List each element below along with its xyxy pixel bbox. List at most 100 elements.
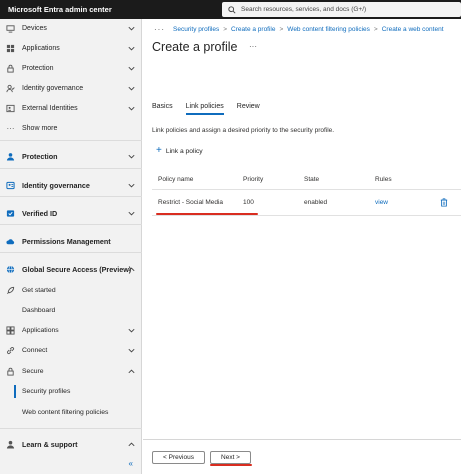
header-divider — [152, 189, 461, 190]
lock-icon — [6, 367, 15, 376]
identity-governance-icon — [6, 181, 15, 190]
footer-divider — [143, 439, 461, 440]
sidebar-item-label: Secure — [22, 367, 44, 375]
next-button[interactable]: Next > — [210, 451, 251, 464]
sidebar-section-permissions-management[interactable]: Permissions Management — [0, 233, 142, 249]
link-policy-button[interactable]: + Link a policy — [156, 145, 203, 156]
sidebar-item-get-started[interactable]: Get started — [0, 282, 142, 298]
sidebar-item-label: Protection — [22, 64, 54, 72]
applications-icon — [6, 325, 15, 335]
row-divider — [152, 215, 461, 216]
sidebar-section-identity-governance[interactable]: Identity governance — [0, 177, 142, 193]
sidebar-item-label: Applications — [22, 44, 60, 52]
sidebar-item-label: Connect — [22, 346, 48, 354]
breadcrumb-create-profile[interactable]: Create a profile — [231, 26, 275, 33]
sidebar-item-web-content-filtering-policies[interactable]: Web content filtering policies — [0, 404, 142, 420]
tab-basics[interactable]: Basics — [152, 103, 173, 114]
chevron-down-icon[interactable] — [127, 209, 136, 218]
sidebar-divider — [0, 252, 142, 253]
chevron-down-icon[interactable] — [127, 326, 136, 335]
link-policy-label: Link a policy — [165, 147, 203, 155]
plus-icon: + — [156, 145, 162, 156]
sidebar-item-identity-governance[interactable]: Identity governance — [0, 80, 142, 96]
link-icon — [6, 346, 15, 355]
chevron-down-icon[interactable] — [127, 104, 136, 113]
sidebar-section-global-secure-access[interactable]: Global Secure Access (Preview) — [0, 261, 142, 277]
sidebar-item-label: Verified ID — [22, 208, 58, 218]
sidebar-item-applications-gsa[interactable]: Applications — [0, 322, 142, 338]
chevron-up-icon[interactable] — [127, 367, 136, 376]
more-options-icon[interactable]: ··· — [249, 42, 257, 51]
tab-bar: Basics Link policies Review — [152, 103, 273, 115]
search-box[interactable]: Search resources, services, and docs (G+… — [222, 2, 461, 17]
breadcrumb-web-content-filtering[interactable]: Web content filtering policies — [287, 26, 370, 33]
tab-review[interactable]: Review — [237, 103, 260, 114]
sidebar-item-label: Security profiles — [22, 387, 71, 395]
app-title[interactable]: Microsoft Entra admin center — [0, 5, 222, 14]
column-header-rules: Rules — [375, 176, 392, 183]
sidebar-item-applications[interactable]: Applications — [0, 40, 142, 56]
protection-icon — [6, 152, 15, 161]
column-header-state: State — [304, 176, 320, 183]
tab-description: Link policies and assign a desired prior… — [152, 127, 335, 134]
rocket-icon — [6, 286, 15, 295]
sidebar: Devices Applications Protection Identity… — [0, 19, 142, 474]
breadcrumb-ellipsis[interactable]: ··· — [154, 25, 165, 34]
sidebar-item-label: Learn & support — [22, 439, 78, 449]
tab-link-policies[interactable]: Link policies — [185, 103, 224, 115]
search-placeholder: Search resources, services, and docs (G+… — [241, 6, 367, 13]
chevron-down-icon[interactable] — [127, 181, 136, 190]
sidebar-item-label: Applications — [22, 326, 59, 334]
chevron-down-icon[interactable] — [127, 152, 136, 161]
chevron-down-icon[interactable] — [127, 64, 136, 73]
sidebar-item-label: Dashboard — [22, 306, 56, 314]
search-icon — [228, 5, 236, 14]
applications-icon — [6, 44, 15, 53]
sidebar-item-show-more[interactable]: ··· Show more — [0, 120, 142, 136]
sidebar-item-security-profiles[interactable]: Security profiles — [0, 383, 142, 399]
sidebar-item-external-identities[interactable]: External Identities — [0, 100, 142, 116]
chevron-down-icon[interactable] — [127, 44, 136, 53]
sidebar-item-connect[interactable]: Connect — [0, 342, 142, 358]
sidebar-item-label: Web content filtering policies — [22, 408, 109, 416]
sidebar-divider — [0, 140, 142, 141]
view-rules-link[interactable]: view — [375, 199, 388, 206]
chevron-up-icon[interactable] — [127, 265, 136, 274]
sidebar-item-dashboard[interactable]: Dashboard — [0, 302, 142, 318]
devices-icon — [6, 24, 15, 33]
sidebar-item-label: Show more — [22, 124, 58, 132]
sidebar-item-label: Get started — [22, 286, 56, 294]
sidebar-item-label: Global Secure Access (Preview) — [22, 264, 132, 274]
sidebar-item-devices[interactable]: Devices — [0, 20, 142, 36]
main-content: ··· Security profiles > Create a profile… — [143, 19, 461, 474]
sidebar-section-verified-id[interactable]: Verified ID — [0, 205, 142, 221]
chevron-down-icon[interactable] — [127, 84, 136, 93]
external-identities-icon — [6, 104, 15, 113]
chevron-up-icon[interactable] — [127, 440, 136, 449]
top-bar: Microsoft Entra admin center Search reso… — [0, 0, 461, 19]
priority-cell[interactable]: 100 — [243, 199, 254, 206]
chevron-down-icon[interactable] — [127, 24, 136, 33]
breadcrumb-separator: > — [373, 26, 378, 33]
sidebar-item-secure[interactable]: Secure — [0, 363, 142, 379]
column-header-policy-name: Policy name — [158, 176, 194, 183]
sidebar-section-protection[interactable]: Protection — [0, 148, 142, 164]
state-cell: enabled — [304, 199, 328, 206]
sidebar-item-label: Permissions Management — [22, 236, 111, 246]
sidebar-divider — [0, 224, 142, 225]
verified-id-icon — [6, 209, 15, 218]
breadcrumb-create-web-content[interactable]: Create a web content — [382, 26, 444, 33]
chevron-down-icon[interactable] — [127, 346, 136, 355]
sidebar-section-learn-support[interactable]: Learn & support — [0, 436, 142, 452]
red-annotation-underline — [210, 464, 252, 466]
policy-name-cell: Restrict - Social Media — [158, 199, 224, 206]
previous-button[interactable]: < Previous — [152, 451, 205, 464]
sidebar-divider — [0, 428, 142, 429]
collapse-sidebar-icon[interactable]: « — [129, 459, 133, 468]
breadcrumb-security-profiles[interactable]: Security profiles — [173, 26, 219, 33]
lock-icon — [6, 64, 15, 73]
sidebar-item-protection[interactable]: Protection — [0, 60, 142, 76]
breadcrumb-separator: > — [279, 26, 284, 33]
delete-icon[interactable] — [440, 198, 448, 207]
sidebar-item-label: Protection — [22, 151, 58, 161]
